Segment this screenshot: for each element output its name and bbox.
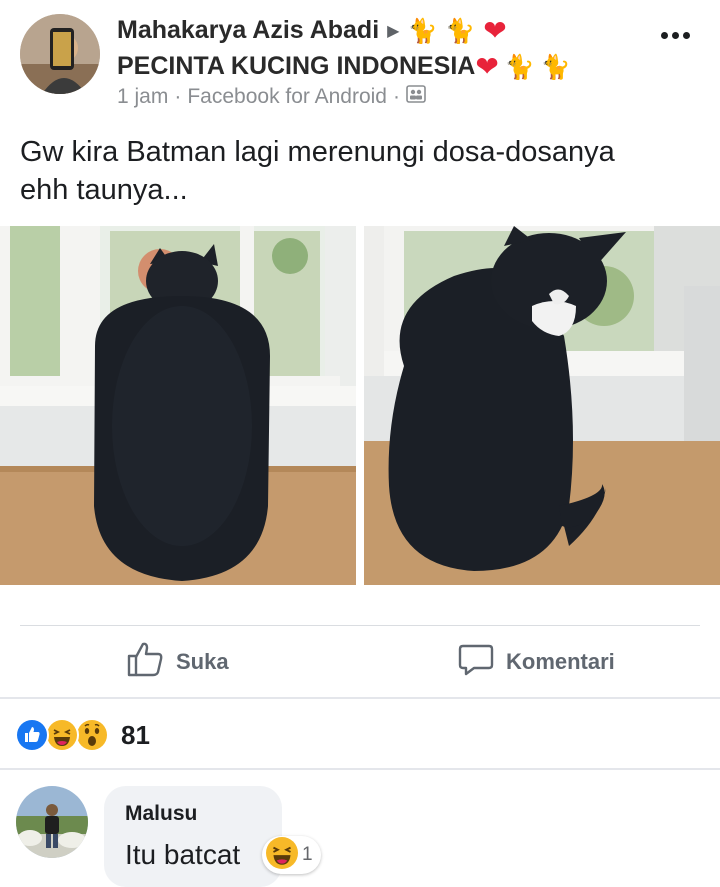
cat-icon: 🐈 — [445, 16, 476, 45]
comment-bubble-icon — [458, 641, 494, 683]
comment-label: Komentari — [506, 649, 615, 674]
friends-icon — [406, 85, 426, 109]
haha-reaction-icon — [45, 718, 79, 752]
comment-button[interactable]: Komentari — [458, 640, 615, 684]
divider — [0, 768, 720, 770]
divider — [20, 625, 700, 626]
heart-icon: ❤ — [483, 14, 507, 47]
divider — [0, 697, 720, 699]
arrow-right-icon: ▶ — [387, 22, 400, 40]
more-options-button[interactable] — [655, 20, 695, 50]
group-name[interactable]: PECINTA KUCING INDONESIA — [117, 52, 475, 81]
author-avatar[interactable] — [20, 14, 100, 94]
author-name[interactable]: Mahakarya Azis Abadi — [117, 16, 379, 45]
post-time[interactable]: 1 jam — [117, 85, 168, 109]
dot-icon — [682, 31, 690, 39]
cat-icon: 🐈 — [407, 16, 438, 45]
meta-separator: · — [392, 85, 400, 108]
haha-reaction-icon — [266, 836, 298, 874]
post-header: Mahakarya Azis Abadi ▶ 🐈 🐈 ❤ PECINTA KUC… — [0, 0, 720, 115]
dot-icon — [671, 31, 679, 39]
like-reaction-icon — [15, 718, 49, 752]
reactions-summary[interactable]: 81 — [15, 716, 150, 754]
post-meta: 1 jam · Facebook for Android · — [117, 85, 426, 109]
post-text-line: Gw kira Batman lagi merenungi dosa-dosan… — [20, 136, 615, 168]
author-line: Mahakarya Azis Abadi ▶ 🐈 🐈 ❤ — [117, 14, 507, 47]
comment-author[interactable]: Malusu — [125, 802, 197, 826]
comment-reaction-count: 1 — [302, 844, 313, 865]
heart-icon: ❤ — [475, 50, 499, 83]
reaction-count: 81 — [121, 719, 150, 750]
post-photo[interactable] — [0, 226, 356, 585]
like-label: Suka — [176, 649, 229, 674]
post-source: Facebook for Android — [187, 85, 387, 108]
post-text-line: ehh taunya... — [20, 174, 188, 206]
commenter-avatar[interactable] — [16, 786, 88, 858]
post-photo[interactable] — [364, 226, 720, 585]
comment-text: Itu batcat — [125, 839, 241, 870]
post-text: Gw kira Batman lagi merenungi dosa-dosan… — [20, 133, 700, 209]
comment-bubble[interactable]: Malusu Itu batcat — [104, 786, 282, 887]
comment-reaction-badge[interactable]: 1 — [262, 836, 321, 874]
cat-icon: 🐈 — [540, 52, 571, 81]
thumbs-up-icon — [126, 641, 164, 683]
group-line: PECINTA KUCING INDONESIA ❤ 🐈 🐈 — [117, 50, 571, 83]
dot-icon — [660, 31, 668, 39]
meta-separator: · — [174, 85, 182, 108]
cat-icon: 🐈 — [504, 52, 535, 81]
like-button[interactable]: Suka — [126, 640, 229, 684]
wow-reaction-icon — [75, 718, 109, 752]
